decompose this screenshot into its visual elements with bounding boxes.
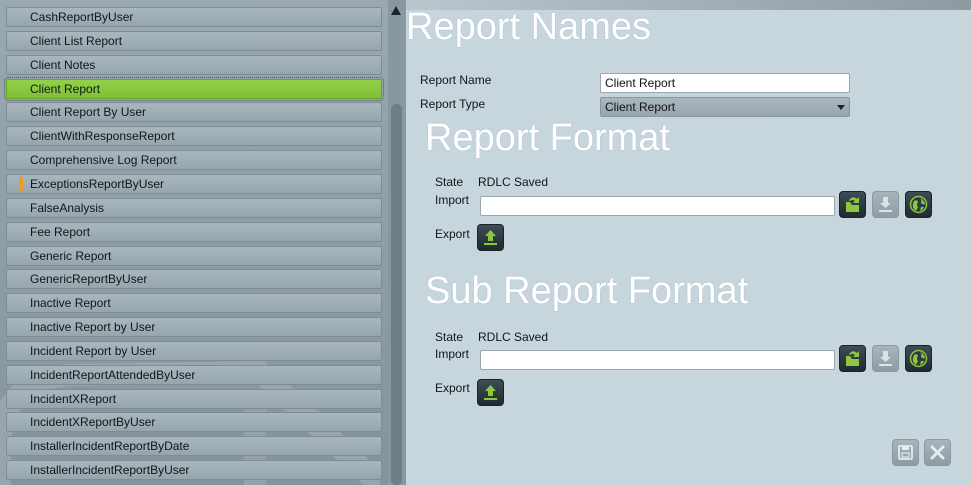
report-name-input[interactable] — [600, 73, 850, 93]
report-type-select[interactable]: Client Report — [600, 97, 850, 117]
list-item[interactable]: ClientWithResponseReport — [6, 126, 382, 146]
list-item-label: ExceptionsReportByUser — [30, 177, 165, 191]
list-item-label: Inactive Report by User — [30, 320, 156, 334]
list-item-label: ClientWithResponseReport — [30, 129, 175, 143]
globe-icon — [909, 195, 928, 214]
report-format-state-value: RDLC Saved — [478, 175, 549, 189]
list-item[interactable]: CashReportByUser — [6, 7, 382, 27]
scrollbar-thumb[interactable] — [391, 104, 402, 485]
list-item-label: FalseAnalysis — [30, 201, 105, 215]
sub-report-format-import-label: Import — [435, 347, 470, 361]
report-format-open-button[interactable] — [839, 191, 866, 218]
list-item[interactable]: IncidentXReportByUser — [6, 412, 382, 432]
sub-report-format-globe-button[interactable] — [905, 345, 932, 372]
cancel-button[interactable] — [924, 439, 951, 466]
report-format-export-label: Export — [435, 227, 470, 241]
list-item[interactable]: Inactive Report by User — [6, 317, 382, 337]
chevron-down-icon — [837, 105, 845, 110]
sub-report-format-download-button[interactable] — [872, 345, 899, 372]
close-icon — [930, 445, 945, 460]
list-item[interactable]: InstallerIncidentReportByDate — [6, 436, 382, 456]
list-item-label: Generic Report — [30, 249, 112, 263]
list-item-label: GenericReportByUser — [30, 272, 148, 286]
list-item-label: IncidentReportAttendedByUser — [30, 368, 196, 382]
list-item[interactable]: Client List Report — [6, 31, 382, 51]
report-name-label: Report Name — [420, 73, 492, 87]
list-item-label: IncidentXReportByUser — [30, 415, 156, 429]
list-item-label: Fee Report — [30, 225, 91, 239]
sub-report-format-title: Sub Report Format — [425, 270, 749, 312]
list-item-label: Client Report — [30, 82, 101, 96]
list-item-selected[interactable]: Client Report — [4, 77, 384, 101]
list-item-label: InstallerIncidentReportByUser — [30, 463, 190, 477]
report-format-import-label: Import — [435, 193, 470, 207]
list-item[interactable]: Generic Report — [6, 246, 382, 266]
report-editor-panel: Report Names Report Name Report Type Cli… — [406, 0, 971, 485]
folder-open-icon — [846, 351, 859, 366]
list-item[interactable]: Client Notes — [6, 55, 382, 75]
list-item-label: Client Notes — [30, 58, 96, 72]
list-item-label: Comprehensive Log Report — [30, 153, 177, 167]
upload-icon — [484, 230, 497, 245]
list-item-label: InstallerIncidentReportByDate — [30, 439, 190, 453]
sub-report-format-state-value: RDLC Saved — [478, 330, 549, 344]
report-type-value: Client Report — [605, 100, 676, 114]
scroll-up-icon[interactable] — [391, 6, 401, 15]
list-item-label: Client Report By User — [30, 105, 147, 119]
report-format-export-button[interactable] — [477, 224, 504, 251]
list-item-label: IncidentXReport — [30, 392, 117, 406]
report-format-state-label: State — [435, 175, 464, 189]
folder-open-icon — [846, 197, 859, 212]
report-format-title: Report Format — [425, 117, 670, 159]
report-type-label: Report Type — [420, 97, 486, 111]
list-item-label: CashReportByUser — [30, 10, 134, 24]
sub-report-format-export-label: Export — [435, 381, 470, 395]
report-format-download-button[interactable] — [872, 191, 899, 218]
report-format-import-input[interactable] — [480, 196, 835, 216]
report-list-panel: CashReportByUser Client List Report Client… — [0, 0, 406, 485]
list-item[interactable]: Client Report By User — [6, 102, 382, 122]
list-item-label: Client List Report — [30, 34, 123, 48]
list-item[interactable]: GenericReportByUser — [6, 269, 382, 289]
globe-icon — [909, 349, 928, 368]
report-format-globe-button[interactable] — [905, 191, 932, 218]
list-item[interactable]: ExceptionsReportByUser — [6, 174, 382, 194]
download-icon — [879, 351, 892, 366]
save-icon — [898, 445, 913, 460]
list-item[interactable]: InstallerIncidentReportByUser — [6, 460, 382, 480]
list-scrollbar[interactable] — [388, 0, 406, 485]
list-item-label: Incident Report by User — [30, 344, 157, 358]
save-button[interactable] — [892, 439, 919, 466]
list-item[interactable]: IncidentReportAttendedByUser — [6, 365, 382, 385]
sub-report-format-export-button[interactable] — [477, 379, 504, 406]
sub-report-format-import-input[interactable] — [480, 350, 835, 370]
exclamation-icon — [19, 177, 23, 192]
list-item[interactable]: Incident Report by User — [6, 341, 382, 361]
sub-report-format-open-button[interactable] — [839, 345, 866, 372]
upload-icon — [484, 385, 497, 400]
list-item[interactable]: Comprehensive Log Report — [6, 150, 382, 170]
list-item-label: Inactive Report — [30, 296, 111, 310]
download-icon — [879, 197, 892, 212]
report-names-title: Report Names — [406, 6, 651, 48]
list-item[interactable]: FalseAnalysis — [6, 198, 382, 218]
list-item[interactable]: Inactive Report — [6, 293, 382, 313]
list-item[interactable]: Fee Report — [6, 222, 382, 242]
list-item[interactable]: IncidentXReport — [6, 389, 382, 409]
sub-report-format-state-label: State — [435, 330, 464, 344]
